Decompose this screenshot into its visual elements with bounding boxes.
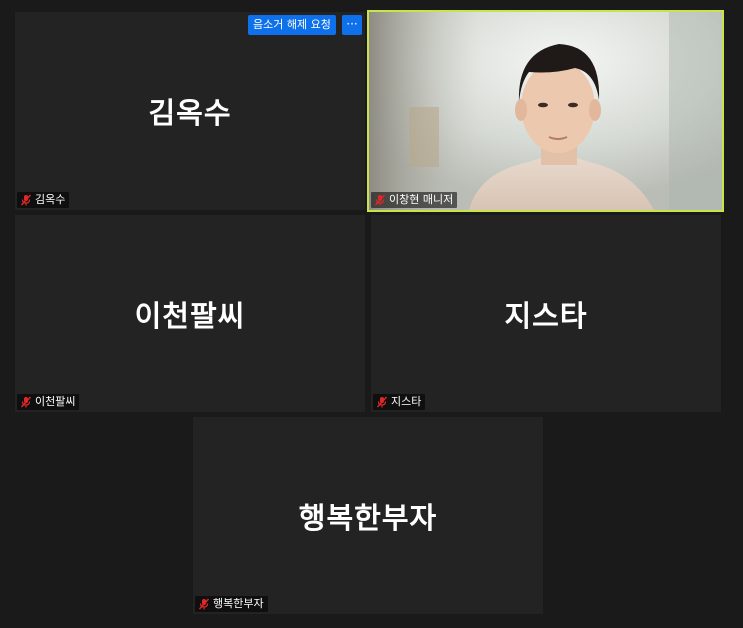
participant-display-name: 행복한부자 — [298, 500, 438, 535]
participant-tile-icheonpalssi[interactable]: 이천팔씨 이천팔씨 — [15, 215, 365, 412]
more-options-button[interactable]: ··· — [342, 15, 362, 35]
participant-display-name: 지스타 — [504, 298, 588, 333]
participant-tile-lee-changhyun[interactable]: 이창현 매니저 — [367, 10, 724, 212]
participant-name-tag: 이천팔씨 — [17, 394, 80, 410]
participant-tile-haengbokhanbuja[interactable]: 행복한부자 행복한부자 — [193, 417, 543, 614]
muted-mic-icon — [20, 396, 32, 408]
gallery-view: 김옥수 김옥수 음소거 해제 요청 ··· 이창현 매니저 이천팔씨 이천팔씨 … — [0, 0, 743, 628]
muted-mic-icon — [198, 598, 210, 610]
participant-name-label: 김옥수 — [35, 193, 66, 206]
participant-name-label: 이창현 매니저 — [389, 193, 454, 206]
participant-display-name: 이천팔씨 — [134, 298, 246, 333]
participant-name-tag: 이창현 매니저 — [371, 192, 458, 208]
participant-name-label: 이천팔씨 — [35, 395, 76, 408]
participant-name-label: 지스타 — [391, 395, 422, 408]
participant-display-name: 김옥수 — [148, 96, 232, 130]
participant-name-label: 행복한부자 — [213, 597, 264, 610]
participant-video — [369, 12, 722, 210]
participant-tile-jistar[interactable]: 지스타 지스타 — [371, 215, 721, 412]
muted-mic-icon — [376, 396, 388, 408]
participant-name-tag: 행복한부자 — [195, 596, 268, 612]
video-frame — [369, 12, 722, 210]
request-unmute-button[interactable]: 음소거 해제 요청 — [248, 15, 336, 35]
muted-mic-icon — [374, 194, 386, 206]
participant-tile-kim-oksu[interactable]: 김옥수 김옥수 음소거 해제 요청 ··· — [15, 12, 365, 210]
participant-name-tag: 지스타 — [373, 394, 426, 410]
participant-name-tag: 김옥수 — [17, 192, 70, 208]
muted-mic-icon — [20, 194, 32, 206]
